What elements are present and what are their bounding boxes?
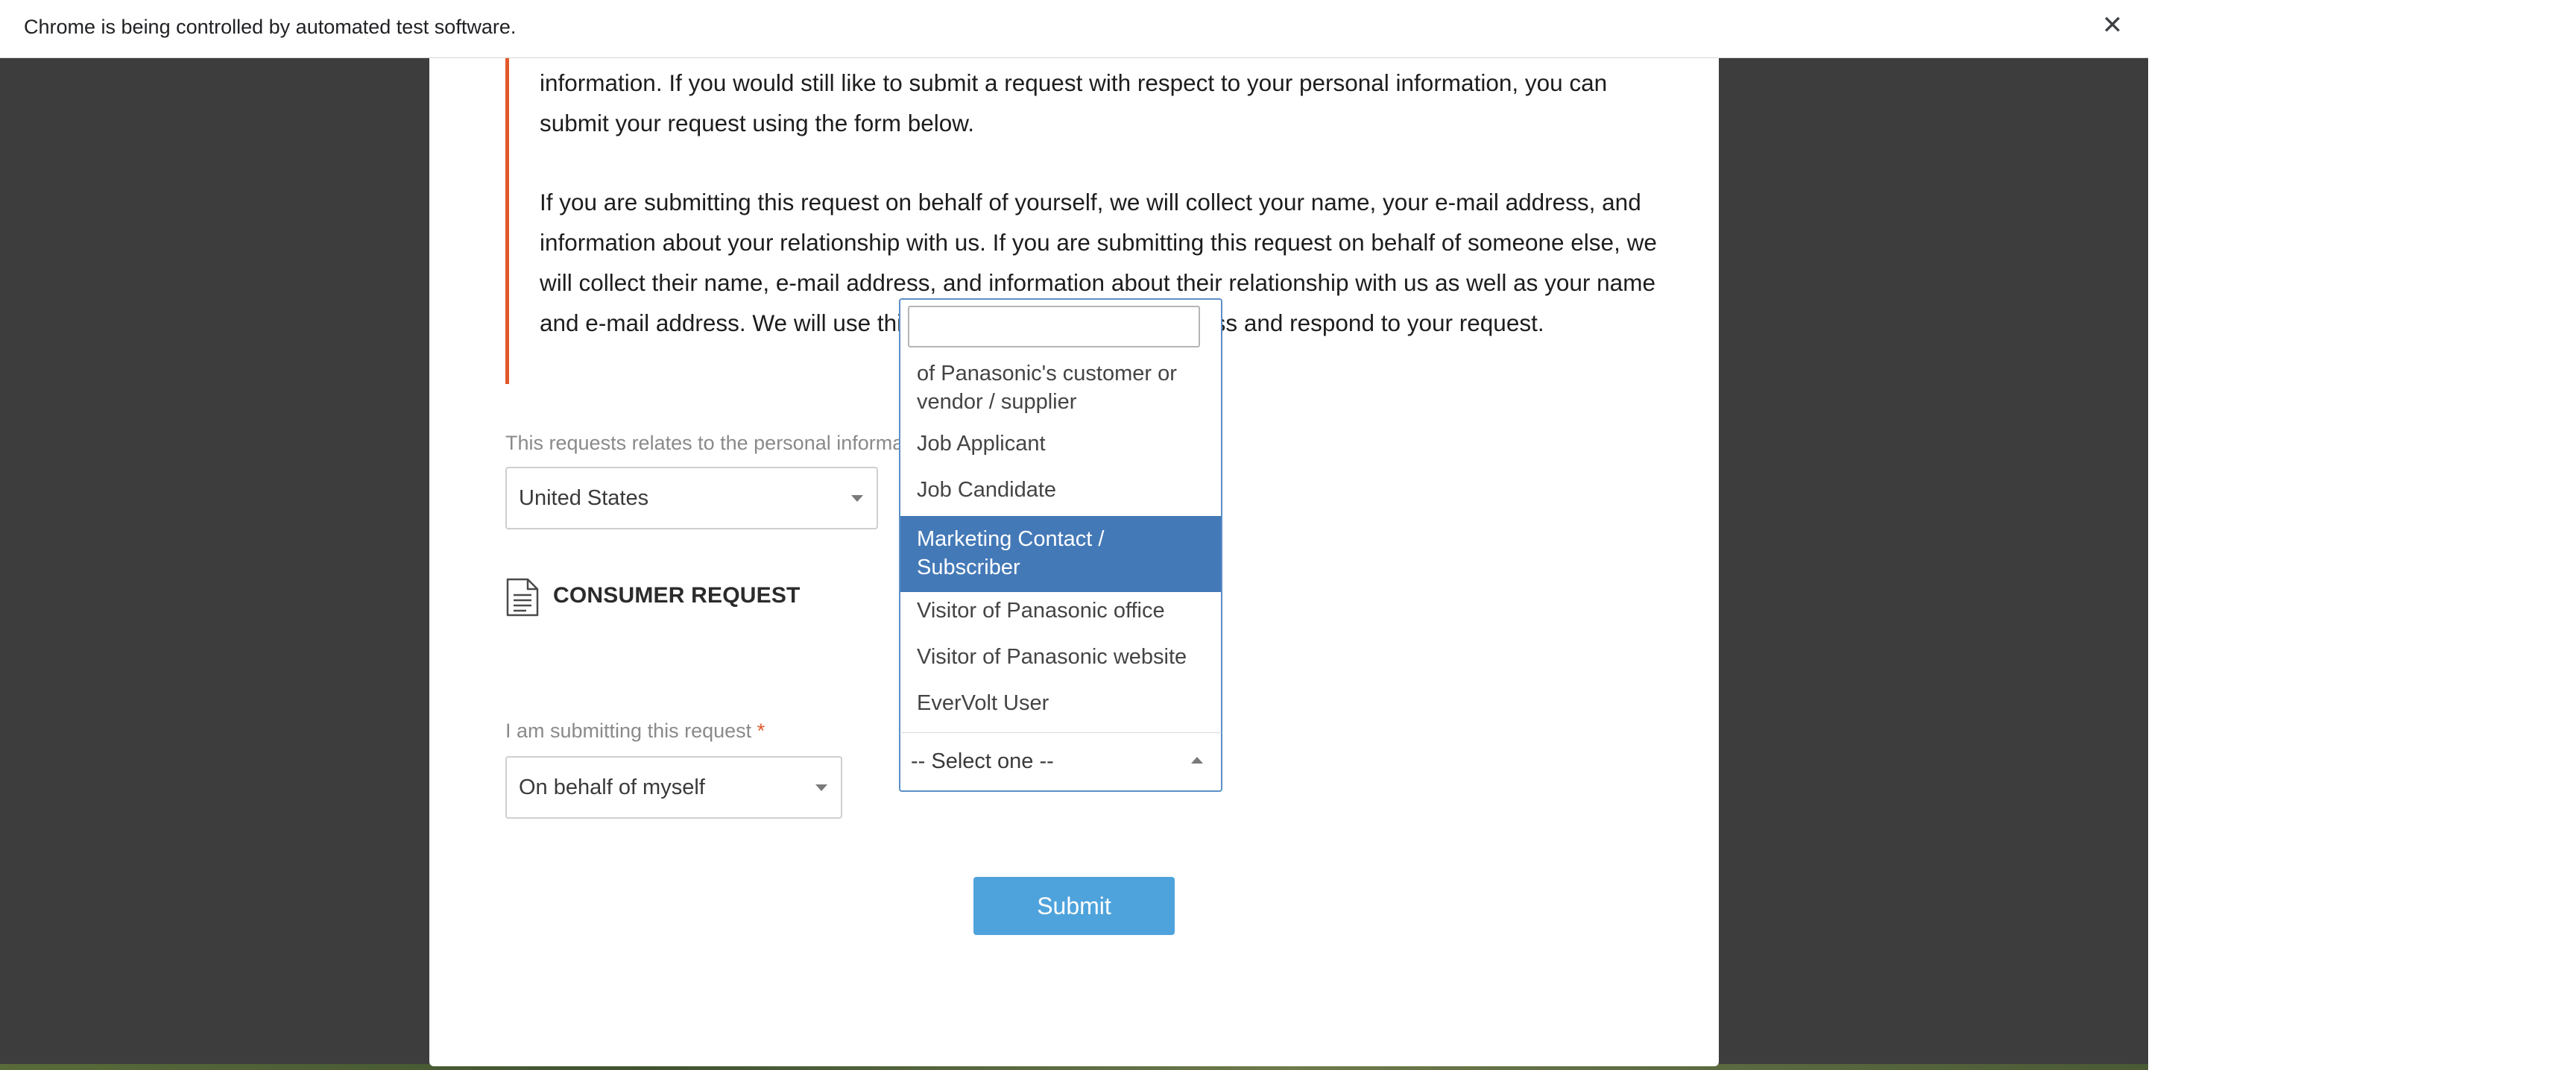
relationship-select-value: -- Select one -- (911, 749, 1054, 773)
country-select-value: United States (519, 486, 649, 510)
submitting-select[interactable]: On behalf of myself (505, 756, 842, 819)
submit-button[interactable]: Submit (973, 877, 1175, 935)
chevron-down-icon (815, 784, 827, 791)
section-title: CONSUMER REQUEST (553, 583, 801, 608)
notice-accent-bar (505, 58, 509, 384)
page-blank-area (2148, 0, 2576, 1070)
relationship-select[interactable]: -- Select one -- (899, 732, 1222, 792)
required-mark: * (757, 720, 765, 742)
submitting-select-value: On behalf of myself (519, 775, 705, 799)
relationship-dropdown-panel: of Panasonic's customer or vendor / supp… (899, 298, 1222, 732)
country-label: This requests relates to the personal in… (505, 432, 936, 454)
browser-viewport: Chrome is being controlled by automated … (0, 0, 2576, 1070)
automation-infobar: Chrome is being controlled by automated … (0, 0, 2148, 58)
dropdown-search-input[interactable] (908, 306, 1200, 347)
dropdown-option[interactable]: Job Candidate (900, 476, 1221, 504)
country-select[interactable]: United States (505, 467, 878, 529)
close-icon[interactable]: ✕ (2099, 10, 2126, 40)
dropdown-options-list[interactable]: of Panasonic's customer or vendor / supp… (900, 353, 1221, 732)
infobar-message: Chrome is being controlled by automated … (24, 16, 517, 38)
chevron-down-icon (851, 495, 863, 502)
chevron-up-icon (1191, 757, 1203, 764)
dropdown-option[interactable]: Job Applicant (900, 429, 1221, 458)
notice-paragraph-1: information. If you would still like to … (540, 69, 1608, 136)
dropdown-option[interactable]: Visitor of Panasonic website (900, 643, 1221, 671)
dropdown-option[interactable]: EverVolt User (900, 689, 1221, 717)
dropdown-option[interactable]: Visitor of Panasonic office (900, 597, 1221, 625)
dropdown-option[interactable]: of Panasonic's customer or vendor / supp… (900, 359, 1221, 416)
document-icon (506, 578, 539, 617)
submitting-label: I am submitting this request * (505, 717, 765, 744)
submitting-label-text: I am submitting this request (505, 720, 752, 742)
request-form-modal: information. If you would still like to … (429, 58, 1719, 1066)
dropdown-option-highlighted[interactable]: Marketing Contact / Subscriber (900, 516, 1221, 592)
